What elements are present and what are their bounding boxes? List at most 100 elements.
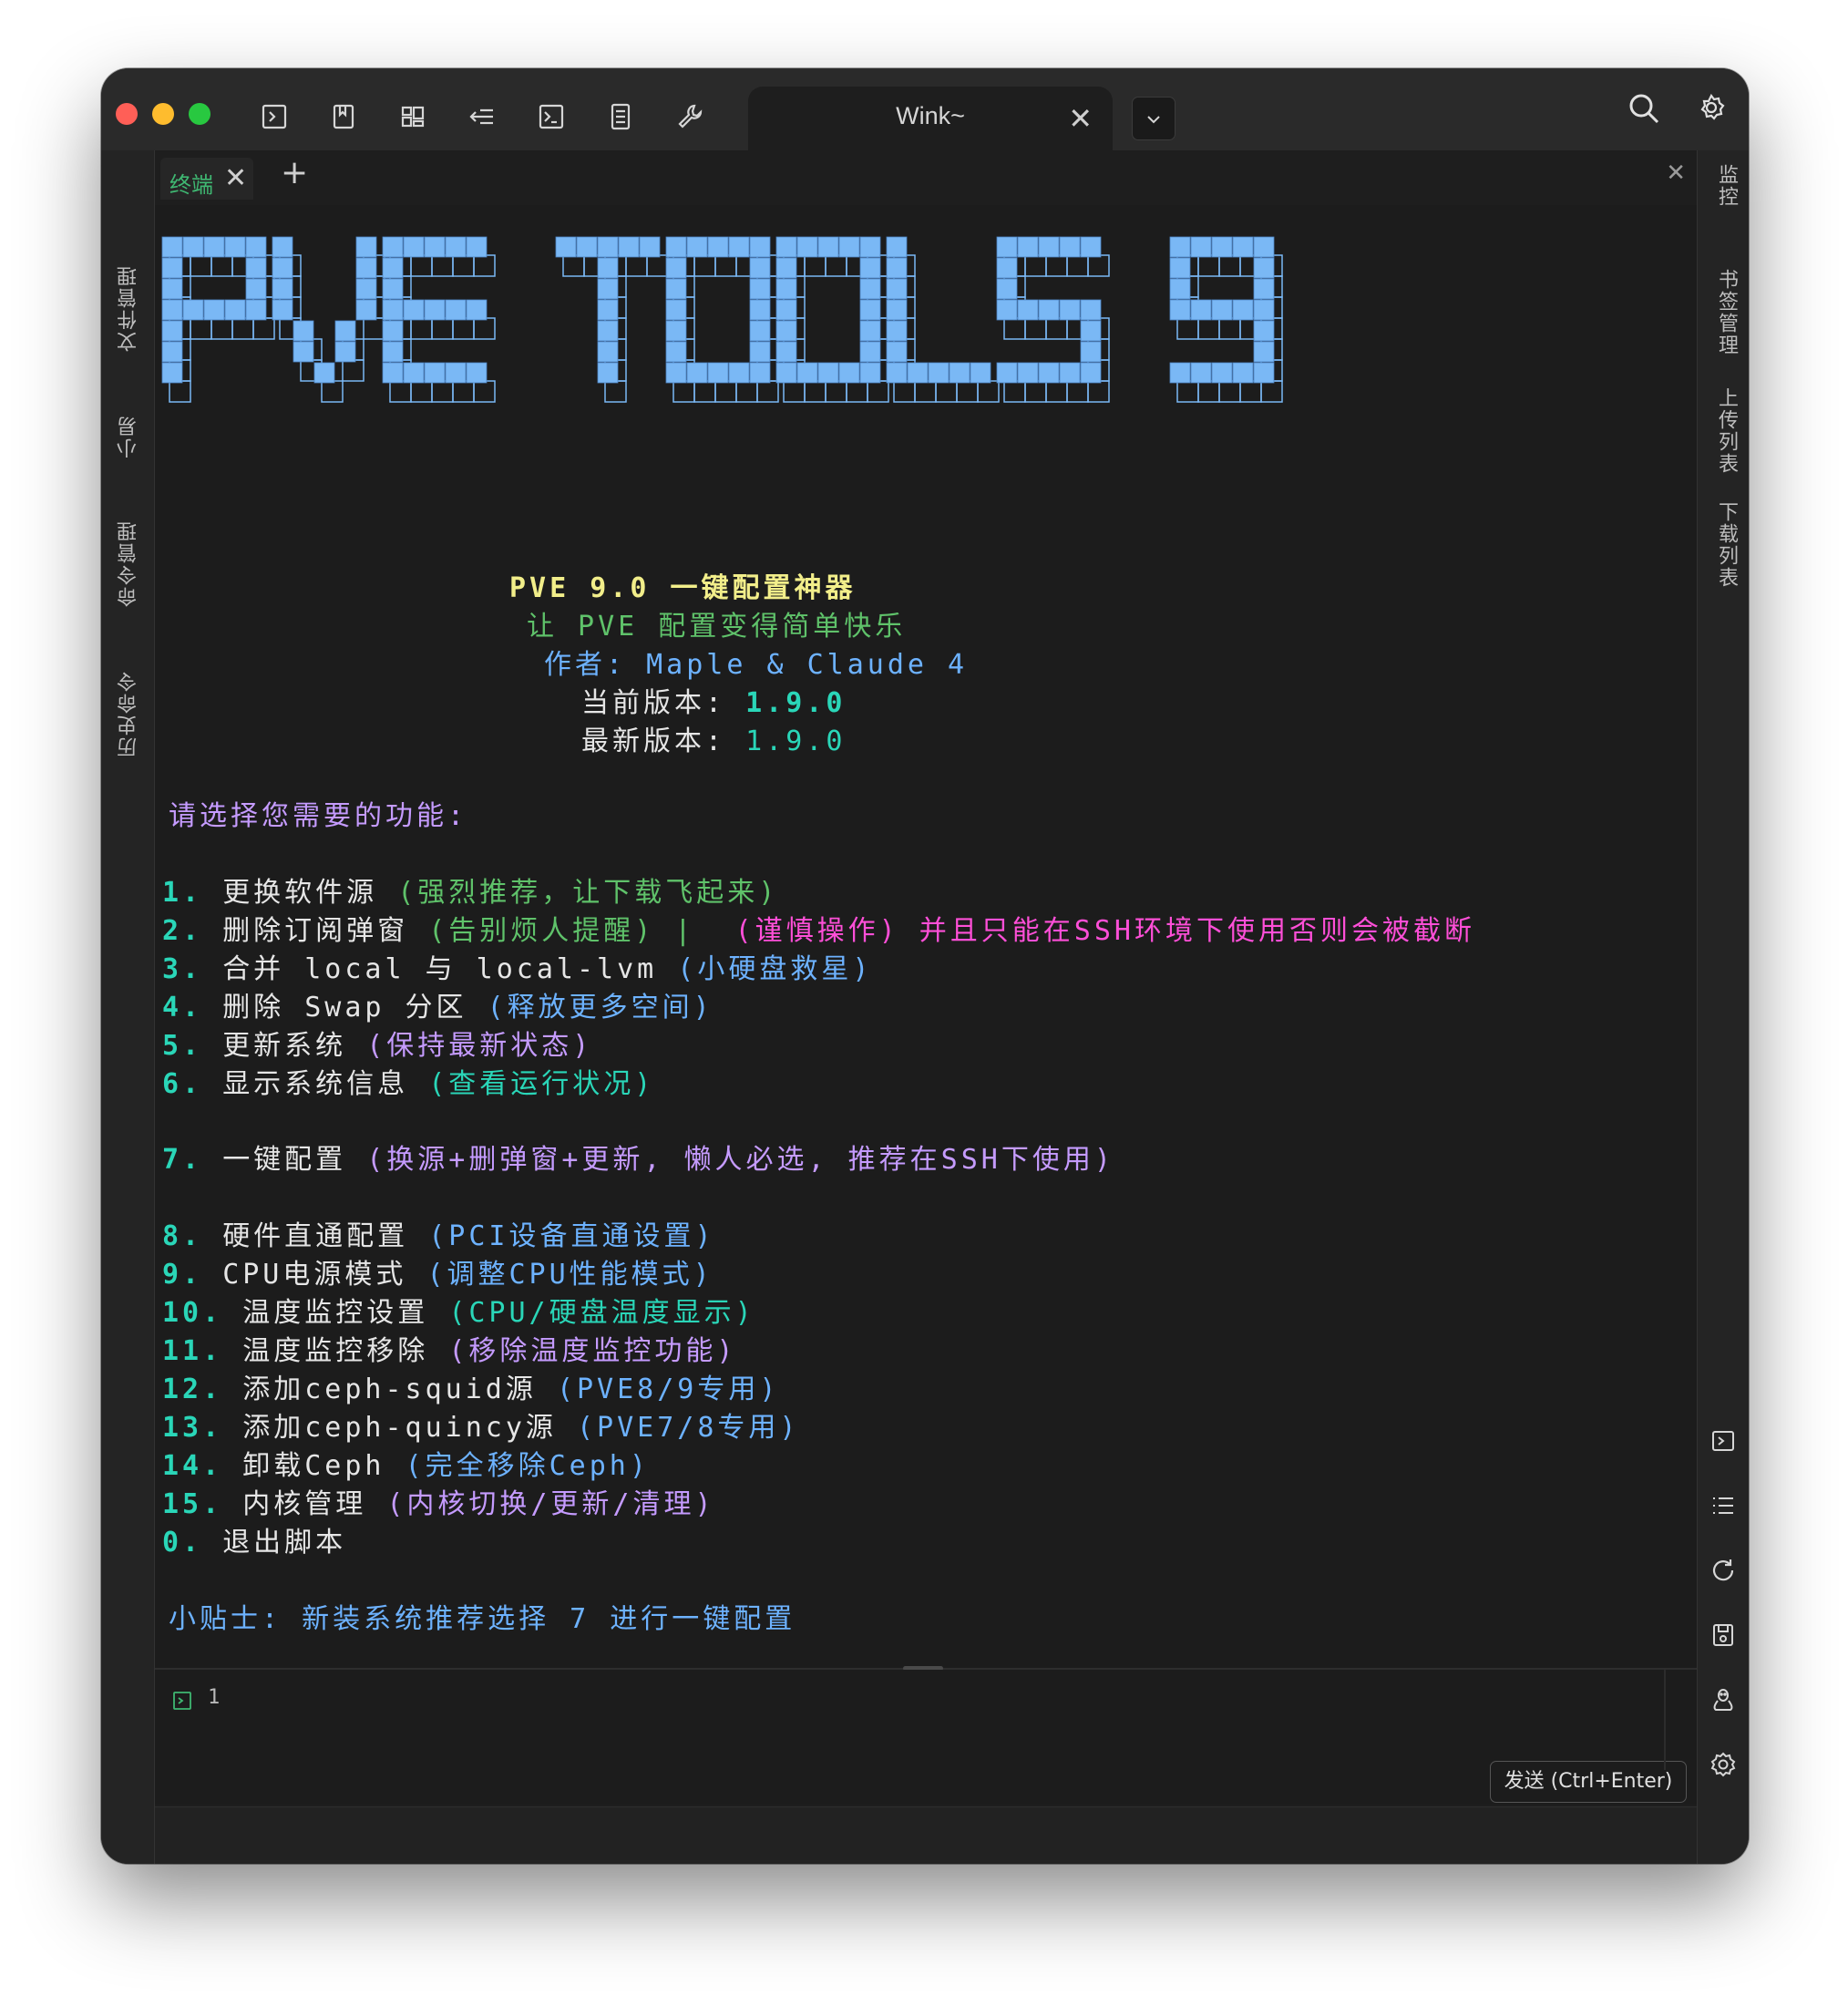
close-icon[interactable]: ✕ (1666, 159, 1686, 187)
banner-block-cell (1190, 299, 1212, 321)
left-sidebar: 文件管理 小易 命令管理 历史命令 (101, 150, 155, 1864)
gear-icon[interactable] (1709, 1750, 1738, 1779)
banner-block-cell (1232, 299, 1254, 321)
refresh-icon[interactable] (1709, 1556, 1738, 1585)
banner-block-cell (728, 236, 750, 258)
banner-outline-cell (1197, 380, 1220, 403)
banner-block-cell (1169, 257, 1191, 279)
banner-outline-cell (473, 317, 496, 340)
close-tab-icon[interactable]: ✕ (1068, 101, 1093, 136)
tab-terminal-label: 终端 (169, 172, 213, 198)
banner-block-cell (665, 362, 687, 384)
send-button[interactable]: 发送 (Ctrl+Enter) (1490, 1761, 1687, 1803)
banner-block-cell (1038, 236, 1060, 258)
banner-block-cell (182, 236, 204, 258)
list-icon[interactable] (1709, 1491, 1738, 1520)
banner-outline-cell (1045, 380, 1068, 403)
menu-item: 13. 添加ceph-quincy源 (PVE7/8专用) (162, 1404, 800, 1445)
bookmark-icon[interactable] (328, 101, 359, 132)
banner-block-cell (1211, 236, 1233, 258)
banner-block-cell (665, 257, 687, 279)
transfer-icon[interactable] (467, 101, 498, 132)
header-line: 最新版本: 1.9.0 (581, 718, 846, 758)
command-input-area[interactable]: 1 发送 (Ctrl+Enter) (155, 1670, 1697, 1805)
menu-item-note: (PCI设备直通设置) (428, 1220, 715, 1252)
file-list-icon[interactable] (605, 101, 636, 132)
banner-block-cell (161, 299, 183, 321)
banner-block-cell (749, 320, 771, 342)
sidebar-item-monitor[interactable]: 监控 (1711, 164, 1740, 208)
banner-block-cell (838, 236, 860, 258)
banner-block-cell (382, 257, 404, 279)
banner-block-cell (597, 299, 619, 321)
banner-outline-cell (804, 380, 826, 403)
sidebar-item-upload-list[interactable]: 上传列表 (1711, 387, 1740, 475)
menu-item-number: 9. (162, 1259, 223, 1291)
menu-prompt-title: 请选择您需要的功能: (169, 800, 468, 832)
save-icon[interactable] (1709, 1620, 1738, 1650)
banner-block-cell (970, 362, 991, 384)
sidebar-item-command-manager[interactable]: 命令管理 (115, 520, 144, 607)
banner-block-cell (728, 362, 750, 384)
banner-block-cell (182, 299, 204, 321)
tab-terminal[interactable]: 终端 ✕ (160, 158, 253, 200)
sidebar-item-download-list[interactable]: 下载列表 (1711, 501, 1740, 589)
banner-block-cell (775, 278, 797, 300)
banner-block-cell (245, 278, 267, 300)
zoom-window-button[interactable] (189, 103, 210, 125)
banner-block-cell (1080, 362, 1102, 384)
banner-outline-cell (956, 380, 979, 403)
sidebar-item-history[interactable]: 历史命令 (115, 670, 144, 757)
terminal-icon[interactable] (1709, 1426, 1738, 1456)
header-line: PVE 9.0 一键配置神器 (509, 565, 857, 605)
banner-block-cell (1253, 341, 1275, 363)
gear-icon[interactable] (1696, 92, 1727, 123)
menu-item-number: 10. (162, 1297, 243, 1329)
banner-block-cell (618, 236, 640, 258)
console-icon[interactable] (536, 101, 567, 132)
sidebar-item-xiaoyi[interactable]: 小易 (115, 415, 144, 458)
menu-item-name: 一键配置 (222, 1144, 367, 1176)
banner-block-cell (859, 341, 881, 363)
banner-block-cell (1038, 362, 1060, 384)
menu-item-note: (移除温度监控功能) (448, 1335, 737, 1367)
menu-item-number: 1. (162, 877, 223, 909)
menu-item: 1. 更换软件源 (强烈推荐，让下载飞起来) (162, 869, 778, 910)
banner-block-cell (1059, 362, 1081, 384)
banner-outline-cell (210, 254, 233, 277)
current-version-label: 当前版本: (581, 687, 746, 719)
banner-block-cell (445, 299, 467, 321)
banner-block-cell (859, 236, 881, 258)
menu-item-note: (内核切换/更新/清理) (386, 1488, 715, 1520)
menu-item: 11. 温度监控移除 (移除温度监控功能) (162, 1328, 736, 1368)
sidebar-item-file-manager[interactable]: 文件管理 (115, 264, 144, 352)
add-tab-button[interactable]: + (281, 154, 308, 191)
terminal-output[interactable]: PVE 9.0 一键配置神器让 PVE 配置变得简单快乐 作者: Maple & … (155, 205, 1697, 1736)
close-window-button[interactable] (116, 103, 138, 125)
linux-icon[interactable] (1709, 1685, 1738, 1714)
banner-block-cell (749, 362, 771, 384)
banner-block-cell (1169, 236, 1191, 258)
wrench-icon[interactable] (674, 101, 705, 132)
menu-item: 14. 卸载Ceph (完全移除Ceph) (162, 1443, 650, 1483)
sidebar-item-bookmarks[interactable]: 书签管理 (1711, 269, 1740, 356)
banner-outline-cell (431, 254, 454, 277)
banner-block-cell (1190, 236, 1212, 258)
menu-item-name: 温度监控移除 (242, 1335, 449, 1367)
session-tab[interactable]: Wink~ ✕ (748, 87, 1113, 150)
header-line: 当前版本: 1.9.0 (581, 680, 846, 720)
tip-line: 小贴士: 新装系统推荐选择 7 进行一键配置 (169, 1596, 796, 1636)
banner-block-cell (1017, 299, 1039, 321)
menu-item: 4. 删除 Swap 分区 (释放更多空间) (162, 984, 714, 1024)
layout-icon[interactable] (397, 101, 428, 132)
menu-item-note: (强烈推荐，让下载飞起来) (397, 877, 779, 909)
menu-item-note: (查看运行状况) (428, 1068, 655, 1100)
minimize-window-button[interactable] (152, 103, 174, 125)
terminal-icon[interactable] (259, 101, 290, 132)
banner-block-cell (245, 299, 267, 321)
search-icon[interactable] (1626, 90, 1662, 127)
menu-item: 7. 一键配置 (换源+删弹窗+更新, 懒人必选, 推荐在SSH下使用) (162, 1137, 1114, 1177)
banner-block-cell (161, 236, 183, 258)
close-icon[interactable]: ✕ (224, 162, 247, 194)
tab-dropdown-button[interactable] (1132, 97, 1176, 140)
